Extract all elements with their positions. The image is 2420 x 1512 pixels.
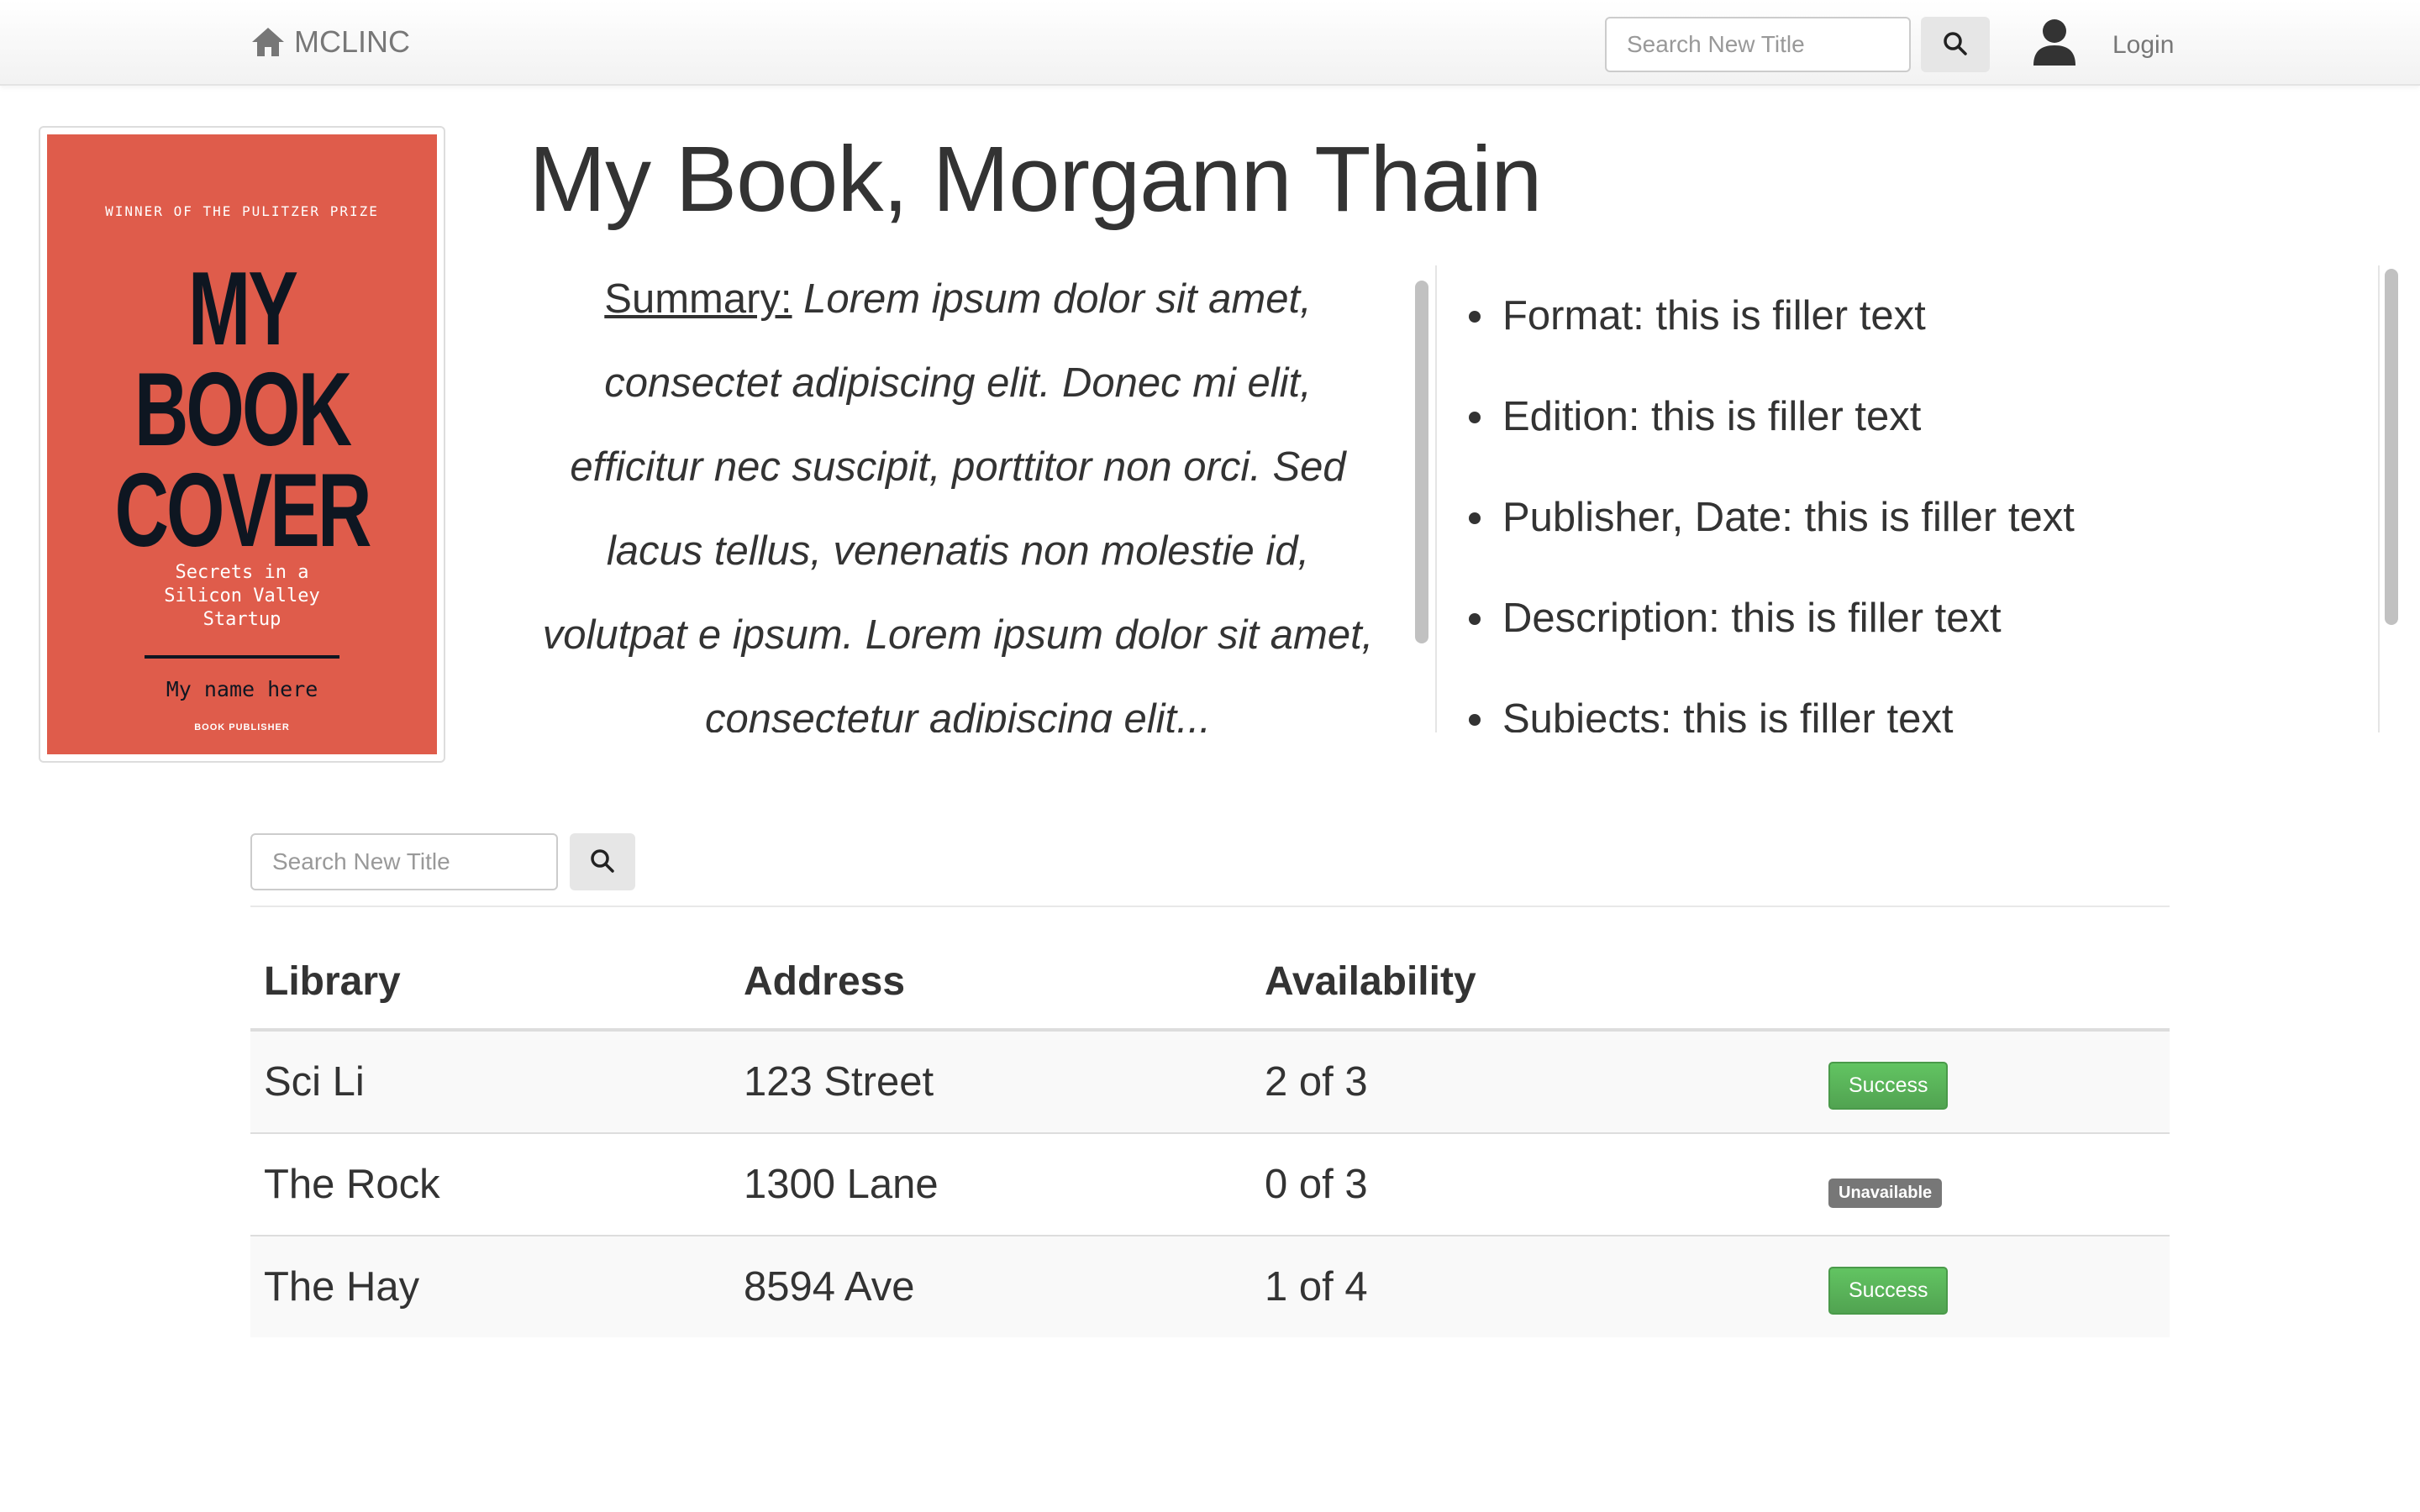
cell-address: 1300 Lane xyxy=(730,1132,1251,1236)
detail-description: Description: this is filler text xyxy=(1469,568,2383,669)
cell-availability: 1 of 4 xyxy=(1251,1235,1815,1337)
page-title-wrap: My Book, Morgann Thain xyxy=(471,126,2420,233)
book-cover-frame: WINNER OF THE PULITZER PRIZE MY BOOK COV… xyxy=(39,126,445,763)
navbar: MCLINC Login xyxy=(0,0,2420,86)
detail-publisher-date: Publisher, Date: this is filler text xyxy=(1469,467,2383,568)
nav-search-button[interactable] xyxy=(1921,17,1990,72)
details-scrollbar[interactable] xyxy=(2378,265,2405,732)
search-icon xyxy=(1943,31,1968,59)
user-icon xyxy=(2032,18,2077,72)
table-row: The Hay 8594 Ave 1 of 4 Success xyxy=(250,1235,2170,1337)
search-icon xyxy=(590,848,615,876)
cover-publisher: BOOK PUBLISHER xyxy=(194,722,290,732)
cover-subtitle: Secrets in a Silicon Valley Startup xyxy=(47,561,437,632)
cell-status: Success xyxy=(1815,1030,2170,1133)
cover-subtitle-line-2: Silicon Valley xyxy=(164,585,320,606)
brand-link[interactable]: MCLINC xyxy=(250,24,410,60)
login-label: Login xyxy=(2112,31,2175,59)
cell-address: 8594 Ave xyxy=(730,1235,1251,1337)
details-list: Format: this is filler text Edition: thi… xyxy=(1450,265,2383,732)
success-button[interactable]: Success xyxy=(1828,1061,1949,1110)
summary-body: Lorem ipsum dolor sit amet, consectet ad… xyxy=(542,276,1374,732)
summary-scrollbar[interactable] xyxy=(1412,265,1435,732)
library-table: Library Address Availability Sci Li 123 … xyxy=(250,934,2170,1337)
cell-address: 123 Street xyxy=(730,1030,1251,1133)
detail-subjects: Subjects: this is filler text xyxy=(1469,669,2383,732)
summary-text: Summary: Lorem ipsum dolor sit amet, con… xyxy=(538,265,1378,732)
unavailable-badge: Unavailable xyxy=(1828,1179,1943,1208)
cell-library: The Hay xyxy=(250,1235,730,1337)
cell-library: The Rock xyxy=(250,1132,730,1236)
section-divider xyxy=(250,906,2170,907)
cell-status: Unavailable xyxy=(1815,1132,2170,1236)
table-row: The Rock 1300 Lane 0 of 3 Unavailable xyxy=(250,1132,2170,1236)
success-button[interactable]: Success xyxy=(1828,1266,1949,1315)
home-icon xyxy=(250,26,286,58)
cover-title-line-3: COVER xyxy=(114,453,371,569)
table-header-row: Library Address Availability xyxy=(250,934,2170,1032)
cell-availability: 0 of 3 xyxy=(1251,1132,1815,1236)
details-panel[interactable]: Format: this is filler text Edition: thi… xyxy=(1450,265,2383,732)
summary-scrollbar-thumb[interactable] xyxy=(1415,281,1428,643)
cell-library: Sci Li xyxy=(250,1030,730,1133)
cover-prize-text: WINNER OF THE PULITZER PRIZE xyxy=(105,203,379,219)
cell-status: Success xyxy=(1815,1235,2170,1337)
cover-title-line-2: BOOK xyxy=(134,352,352,468)
header-availability: Availability xyxy=(1251,934,1815,1032)
cover-title: MY BOOK COVER xyxy=(102,251,382,569)
book-cover-image: WINNER OF THE PULITZER PRIZE MY BOOK COV… xyxy=(47,134,437,754)
summary-label: Summary: xyxy=(604,276,792,322)
library-search-input[interactable] xyxy=(250,833,558,890)
cover-author: My name here xyxy=(166,677,318,701)
cover-divider xyxy=(145,655,339,659)
page-title: My Book, Morgann Thain xyxy=(529,128,1543,231)
detail-format: Format: this is filler text xyxy=(1469,265,2383,366)
cover-subtitle-line-1: Secrets in a xyxy=(175,562,309,583)
cell-availability: 2 of 3 xyxy=(1251,1030,1815,1133)
brand-label: MCLINC xyxy=(294,24,411,59)
library-search-button[interactable] xyxy=(570,833,635,890)
detail-edition: Edition: this is filler text xyxy=(1469,366,2383,467)
login-link[interactable]: Login xyxy=(2032,18,2174,72)
nav-search-input[interactable] xyxy=(1605,17,1911,72)
header-address: Address xyxy=(730,934,1251,1032)
summary-panel[interactable]: Summary: Lorem ipsum dolor sit amet, con… xyxy=(538,265,1437,732)
header-library: Library xyxy=(250,934,730,1032)
table-row: Sci Li 123 Street 2 of 3 Success xyxy=(250,1030,2170,1133)
details-scrollbar-thumb[interactable] xyxy=(2385,269,2398,625)
cover-subtitle-line-3: Startup xyxy=(203,609,281,630)
header-status xyxy=(1815,934,2170,1032)
cover-title-line-1: MY xyxy=(187,251,298,367)
